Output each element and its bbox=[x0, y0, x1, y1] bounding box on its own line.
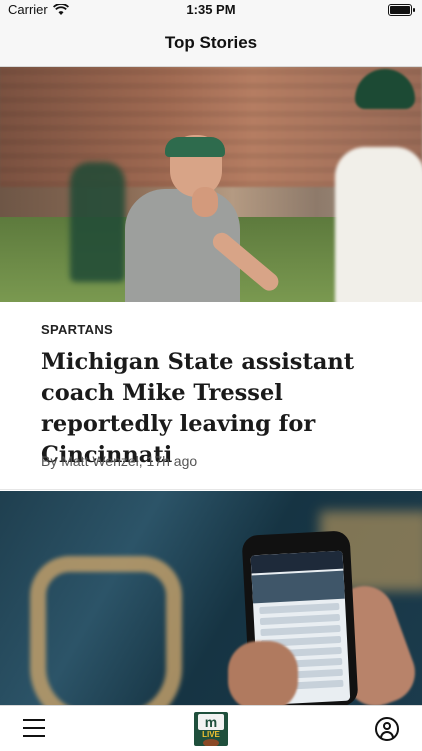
status-time: 1:35 PM bbox=[186, 2, 236, 17]
status-bar: Carrier 1:35 PM bbox=[0, 0, 422, 20]
account-icon[interactable] bbox=[375, 717, 399, 741]
logo-letter: m bbox=[198, 714, 224, 730]
mlive-logo[interactable]: m LIVE bbox=[194, 712, 228, 746]
story-image-coach[interactable] bbox=[0, 67, 422, 302]
divider bbox=[0, 489, 422, 490]
page-title: Top Stories bbox=[164, 33, 258, 52]
bottom-tab-bar: m LIVE bbox=[0, 705, 422, 751]
story-image-phone[interactable] bbox=[0, 491, 422, 705]
battery-icon bbox=[388, 4, 415, 16]
logo-subtext: LIVE bbox=[202, 730, 220, 739]
hamburger-menu-icon[interactable] bbox=[23, 719, 45, 737]
football-icon bbox=[203, 739, 219, 746]
story-category[interactable]: SPARTANS bbox=[41, 322, 113, 337]
navigation-bar: Top Stories bbox=[0, 20, 422, 67]
story-byline: By Matt Wenzel, 17h ago bbox=[41, 453, 198, 469]
